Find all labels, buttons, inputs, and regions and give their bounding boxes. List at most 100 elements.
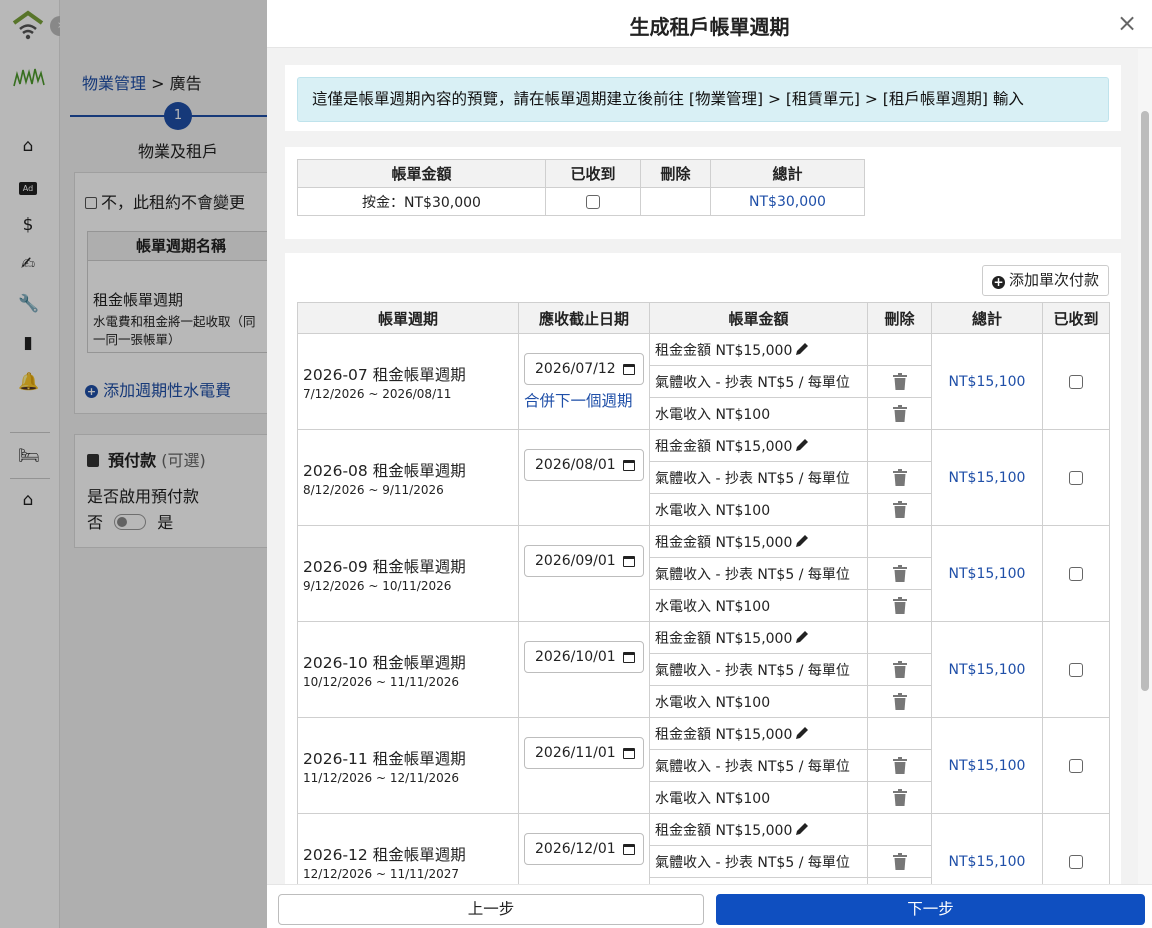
notice-section: 這僅是帳單週期內容的預覽，請在帳單週期建立後前往 [物業管理] > [租賃單元]…: [285, 65, 1121, 131]
delete-cell: [867, 813, 932, 846]
line-item-label: 氣體收入 - 抄表 NT$5 / 每單位: [655, 566, 850, 583]
trash-icon[interactable]: [892, 500, 908, 518]
received-checkbox[interactable]: [1069, 662, 1083, 677]
line-item-label: 租金金額 NT$15,000: [655, 726, 793, 743]
pencil-icon[interactable]: [792, 630, 810, 647]
cycle-name: 2026-10 租金帳單週期: [303, 653, 466, 672]
cycle-row: 2026-07 租金帳單週期 7/12/2026 ~ 2026/08/11 2026…: [297, 333, 1110, 430]
cycle-due-cell: 2026/07/12 合併下一個週期: [518, 333, 650, 430]
calendar-icon: [623, 364, 635, 375]
deposit-amount: 按金：NT$30,000: [297, 187, 546, 216]
cycles-section: + 添加單次付款 帳單週期 應收截止日期 帳單金額 刪除 總計 已收到 2026-…: [285, 253, 1121, 884]
due-date-input[interactable]: 2026/09/01: [524, 545, 644, 577]
next-step-button[interactable]: 下一步: [716, 894, 1145, 925]
line-item-label: 氣體收入 - 抄表 NT$5 / 每單位: [655, 662, 850, 679]
line-item: 氣體收入 - 抄表 NT$5 / 每單位: [649, 749, 868, 782]
line-item-label: 水電收入 NT$100: [655, 790, 771, 807]
line-item-label: 租金金額 NT$15,000: [655, 342, 793, 359]
modal-body: 這僅是帳單週期內容的預覽，請在帳單週期建立後前往 [物業管理] > [租賃單元]…: [267, 49, 1152, 884]
line-item-label: 氣體收入 - 抄表 NT$5 / 每單位: [655, 470, 850, 487]
line-item: 租金金額 NT$15,000: [649, 525, 868, 558]
pencil-icon[interactable]: [792, 726, 810, 743]
trash-icon[interactable]: [892, 596, 908, 614]
cycle-period-cell: 2026-07 租金帳單週期 7/12/2026 ~ 2026/08/11: [297, 333, 519, 430]
cycle-period-cell: 2026-09 租金帳單週期 9/12/2026 ~ 10/11/2026: [297, 525, 519, 622]
pencil-icon[interactable]: [792, 342, 810, 359]
received-checkbox[interactable]: [1069, 566, 1083, 581]
plus-circle-icon: +: [991, 275, 1005, 289]
modal-scrollbar[interactable]: [1138, 49, 1152, 884]
cycle-name: 2026-09 租金帳單週期: [303, 557, 466, 576]
line-item: 租金金額 NT$15,000: [649, 333, 868, 366]
received-checkbox[interactable]: [1069, 854, 1083, 869]
received-checkbox[interactable]: [1069, 470, 1083, 485]
line-item: 租金金額 NT$15,000: [649, 429, 868, 462]
line-item: 水電收入 NT$100: [649, 685, 868, 718]
pencil-icon[interactable]: [792, 534, 810, 551]
due-date-input[interactable]: 2026/07/12: [524, 353, 644, 385]
cycle-name: 2026-11 租金帳單週期: [303, 749, 466, 768]
due-date-value: 2026/09/01: [535, 553, 616, 569]
trash-icon[interactable]: [892, 468, 908, 486]
cycle-range: 9/12/2026 ~ 10/11/2026: [303, 578, 452, 593]
line-item: 氣體收入 - 抄表 NT$5 / 每單位: [649, 461, 868, 494]
pencil-icon[interactable]: [792, 438, 810, 455]
calendar-icon: [623, 748, 635, 759]
billing-cycle-modal: 生成租戶帳單週期 × 這僅是帳單週期內容的預覽，請在帳單週期建立後前往 [物業管…: [267, 0, 1152, 928]
cycle-name: 2026-12 租金帳單週期: [303, 845, 466, 864]
header-received: 已收到: [1042, 302, 1110, 334]
delete-cell: [867, 717, 932, 750]
cycle-row: 2026-08 租金帳單週期 8/12/2026 ~ 9/11/2026 2026/…: [297, 429, 1110, 526]
due-date-input[interactable]: 2026/08/01: [524, 449, 644, 481]
cycle-due-cell: 2026/09/01: [518, 525, 650, 622]
line-item-label: 氣體收入 - 抄表 NT$5 / 每單位: [655, 854, 850, 871]
close-icon[interactable]: ×: [1114, 10, 1140, 36]
delete-cell: [867, 333, 932, 366]
cycle-range: 10/12/2026 ~ 11/11/2026: [303, 674, 460, 689]
cycle-due-cell: 2026/12/01: [518, 813, 650, 884]
line-item-label: 氣體收入 - 抄表 NT$5 / 每單位: [655, 374, 850, 391]
cycle-total: NT$15,100: [948, 469, 1026, 486]
add-one-time-label: 添加單次付款: [1008, 271, 1099, 289]
trash-icon[interactable]: [892, 756, 908, 774]
received-checkbox[interactable]: [1069, 374, 1083, 389]
calendar-icon: [623, 844, 635, 855]
cycle-due-cell: 2026/11/01: [518, 717, 650, 814]
trash-icon[interactable]: [892, 564, 908, 582]
cycle-due-cell: 2026/10/01: [518, 621, 650, 718]
due-date-input[interactable]: 2026/10/01: [524, 641, 644, 673]
cycle-row: 2026-11 租金帳單週期 11/12/2026 ~ 12/11/2026 202…: [297, 717, 1110, 814]
pencil-icon[interactable]: [792, 822, 810, 839]
line-item-label: 租金金額 NT$15,000: [655, 534, 793, 551]
cycle-name: 2026-07 租金帳單週期: [303, 365, 466, 384]
cycle-due-cell: 2026/08/01: [518, 429, 650, 526]
merge-next-cycle-link[interactable]: 合併下一個週期: [524, 389, 649, 411]
line-item-label: 租金金額 NT$15,000: [655, 630, 793, 647]
due-date-input[interactable]: 2026/12/01: [524, 833, 644, 865]
cycle-total: NT$15,100: [948, 853, 1026, 870]
received-checkbox[interactable]: [1069, 758, 1083, 773]
previous-step-button[interactable]: 上一步: [278, 894, 704, 925]
trash-icon[interactable]: [892, 372, 908, 390]
cycle-range: 12/12/2026 ~ 11/11/2027: [303, 866, 460, 881]
due-date-value: 2026/12/01: [535, 841, 616, 857]
due-date-input[interactable]: 2026/11/01: [524, 737, 644, 769]
cycle-range: 11/12/2026 ~ 12/11/2026: [303, 770, 460, 785]
due-date-value: 2026/10/01: [535, 649, 616, 665]
trash-icon[interactable]: [892, 404, 908, 422]
trash-icon[interactable]: [892, 788, 908, 806]
line-item-label: 水電收入 NT$100: [655, 694, 771, 711]
line-item: 租金金額 NT$15,000: [649, 813, 868, 846]
billing-cycles-table: 帳單週期 應收截止日期 帳單金額 刪除 總計 已收到 2026-07 租金帳單週…: [297, 302, 1110, 884]
add-one-time-payment-button[interactable]: + 添加單次付款: [981, 265, 1109, 296]
line-item-label: 氣體收入 - 抄表 NT$5 / 每單位: [655, 758, 850, 775]
trash-icon[interactable]: [892, 660, 908, 678]
cycle-range: 8/12/2026 ~ 9/11/2026: [303, 482, 444, 497]
deposit-delete-cell: [640, 187, 711, 216]
line-item: 氣體收入 - 抄表 NT$5 / 每單位: [649, 557, 868, 590]
delete-cell: [867, 621, 932, 654]
scrollbar-thumb[interactable]: [1141, 111, 1149, 691]
trash-icon[interactable]: [892, 852, 908, 870]
trash-icon[interactable]: [892, 692, 908, 710]
deposit-received-checkbox[interactable]: [586, 194, 600, 209]
